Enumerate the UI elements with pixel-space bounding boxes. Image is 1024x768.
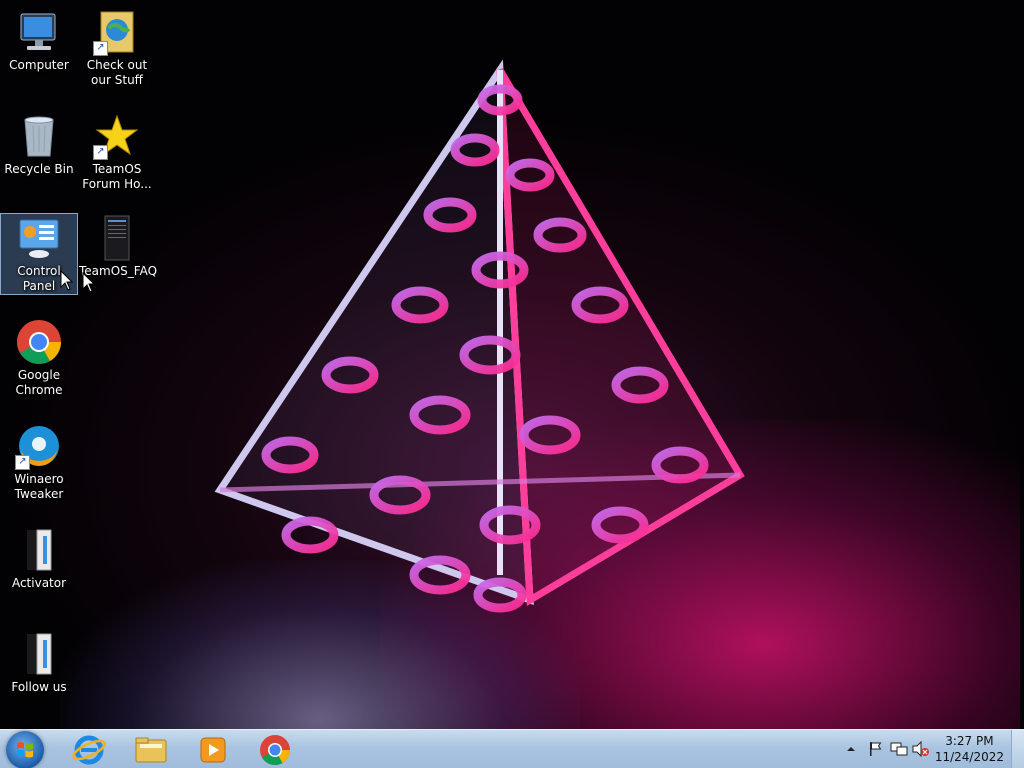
desktop-icon-label: Google Chrome	[15, 368, 63, 397]
action-center-flag-icon[interactable]	[868, 741, 884, 757]
shortcut-arrow-icon: ↗	[93, 41, 108, 56]
chrome-icon	[15, 318, 63, 366]
document-icon	[93, 214, 141, 262]
desktop-icon-label: Computer	[9, 58, 69, 72]
internet-explorer-icon	[72, 735, 106, 765]
network-icon[interactable]	[890, 741, 908, 757]
taskbar-internet-explorer[interactable]	[62, 732, 116, 768]
wallpaper-chained-pyramid	[214, 59, 745, 613]
desktop-icon-check-out-our-stuff[interactable]: ↗ Check out our Stuff	[79, 8, 155, 88]
shortcut-arrow-icon: ↗	[93, 145, 108, 160]
taskbar: 3:27 PM 11/24/2022	[0, 729, 1024, 768]
desktop-icon-winaero-tweaker[interactable]: ↗ Winaero Tweaker	[1, 422, 77, 502]
desktop-icon-label: Winaero Tweaker	[14, 472, 64, 501]
computer-icon	[15, 8, 63, 56]
show-desktop-button[interactable]	[1011, 730, 1024, 768]
show-hidden-icons-arrow[interactable]	[846, 744, 856, 754]
desktop-icon-google-chrome[interactable]: Google Chrome	[1, 318, 77, 398]
desktop-icon-label: Recycle Bin	[4, 162, 74, 176]
desktop-icon-computer[interactable]: Computer	[1, 8, 77, 73]
globe-book-icon: ↗	[93, 8, 141, 56]
desktop-icon-teamos-faq[interactable]: TeamOS_FAQ	[79, 214, 157, 279]
clock-date: 11/24/2022	[934, 750, 1004, 764]
mouse-cursor-trail-icon	[82, 272, 96, 293]
recycle-bin-icon	[15, 112, 63, 160]
taskbar-file-explorer[interactable]	[124, 732, 178, 768]
winaero-tweaker-icon: ↗	[15, 422, 63, 470]
chrome-icon	[260, 735, 290, 766]
follow-us-icon	[15, 630, 63, 678]
desktop-icon-teamos-forum[interactable]: ↗ TeamOS Forum Ho...	[79, 112, 155, 192]
clock-time: 3:27 PM	[945, 734, 994, 748]
desktop-icon-label: TeamOS Forum Ho...	[82, 162, 152, 191]
control-panel-icon	[15, 214, 63, 262]
desktop-icon-recycle-bin[interactable]: Recycle Bin	[1, 112, 77, 177]
activator-icon	[15, 526, 63, 574]
clock[interactable]: 3:27 PM 11/24/2022	[935, 733, 1004, 765]
file-explorer-icon	[135, 737, 167, 763]
shortcut-arrow-icon: ↗	[15, 455, 30, 470]
volume-muted-icon[interactable]	[912, 741, 930, 757]
taskbar-media-player[interactable]	[186, 732, 240, 768]
desktop-icon-label: Activator	[11, 576, 67, 590]
start-button[interactable]	[6, 731, 44, 768]
star-icon: ↗	[93, 112, 141, 160]
desktop-icon-label: Follow us	[11, 680, 67, 694]
desktop-icon-activator[interactable]: Activator	[1, 526, 77, 591]
taskbar-google-chrome[interactable]	[248, 732, 302, 768]
desktop-icon-follow-us[interactable]: Follow us	[1, 630, 77, 695]
system-tray: 3:27 PM 11/24/2022	[834, 730, 1024, 768]
start-orb-icon	[17, 742, 33, 758]
desktop-icon-label: Check out our Stuff	[86, 58, 148, 87]
desktop[interactable]: Computer ↗ Check out our Stuff Recycle B…	[0, 0, 1024, 729]
mouse-cursor-icon	[60, 270, 74, 291]
media-player-icon	[200, 737, 226, 763]
